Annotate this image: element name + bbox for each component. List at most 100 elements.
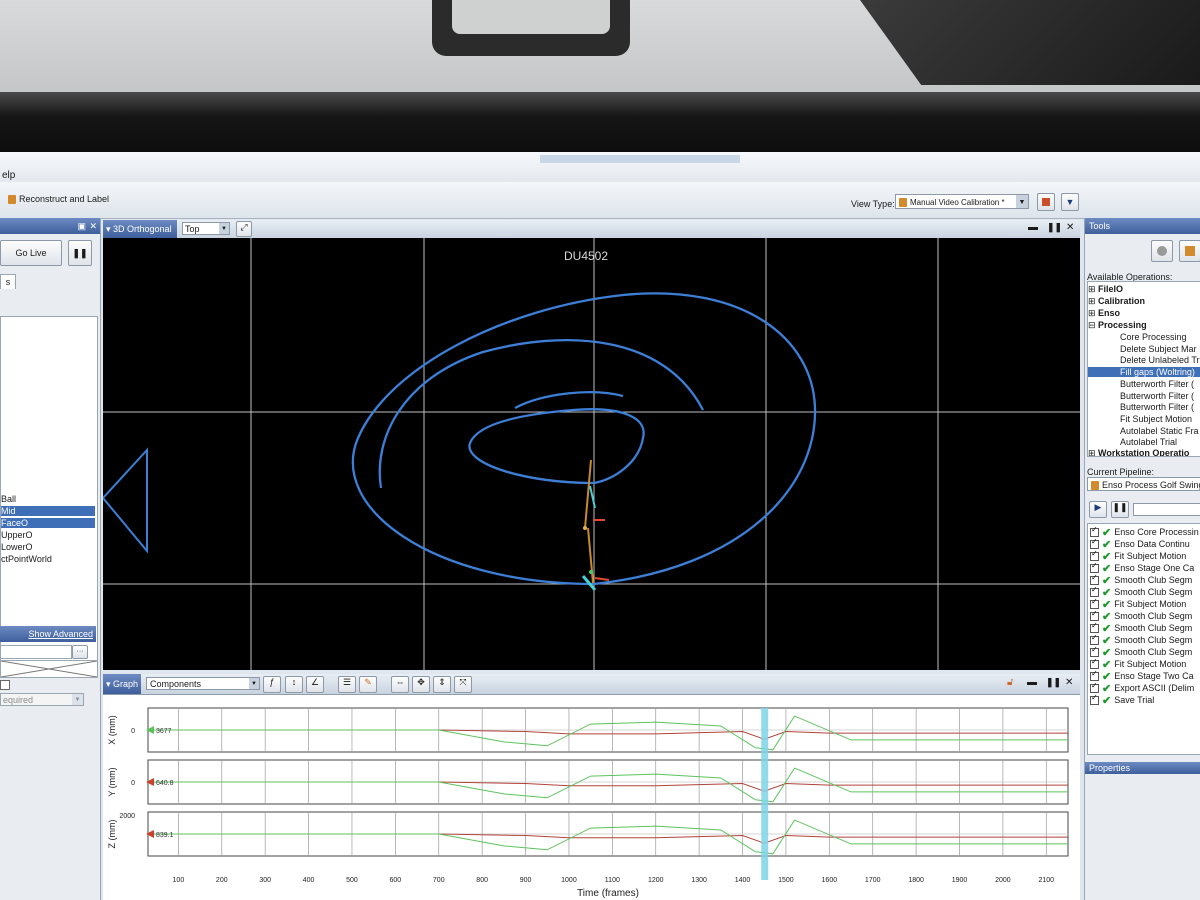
pipeline-steps: ✔Enso Core Processin ✔Enso Data Continu … [1087,523,1200,755]
view-name: 3D Orthogonal [113,224,172,234]
show-advanced-link[interactable]: Show Advanced [0,626,96,642]
tools-record-button[interactable] [1151,240,1173,262]
save-view-button[interactable] [1037,193,1055,211]
zoom-all-icon: ⤧ [459,677,467,687]
go-live-button[interactable]: Go Live [0,240,62,266]
op-group-fileio[interactable]: ⊞ FileIO [1088,284,1123,295]
required-placeholder: equired [3,695,34,705]
subject-tree: Ball Mid FaceO UpperO LowerO ctPointWorl… [0,316,98,676]
x-tick-label: 1300 [691,877,707,884]
pipeline-step[interactable]: ✔Save Trial [1090,693,1154,707]
property-field[interactable] [0,645,72,659]
current-pipeline-label: Current Pipeline: [1087,467,1155,477]
layout-icon[interactable]: ▬ [1027,677,1037,688]
layout-icon[interactable]: ▬ [1028,222,1038,233]
maximize-view-button[interactable]: ⤢ [236,221,252,237]
graph-tab[interactable]: ▾ Graph [103,674,141,694]
viewport-toolbar: ▾ 3D Orthogonal Top ▼ ⤢ ▬ ❚❚ ✕ [103,220,1080,239]
lock-icon[interactable]: 🔓︎ [1007,677,1013,688]
op-item[interactable]: Delete Unlabeled Tr [1120,355,1200,365]
pause-button[interactable]: ❚❚ [68,240,92,266]
camera-frustum-icon [101,447,148,554]
tools-header: Tools [1085,218,1200,234]
x-tick-label: 1700 [865,877,881,884]
op-item[interactable]: Autolabel Static Fra [1120,426,1199,436]
y-tick-label: 0 [131,728,135,735]
graph-zoom-all-button[interactable]: ⤧ [454,676,472,693]
op-item[interactable]: Butterworth Filter ( [1120,391,1194,401]
op-item[interactable]: Butterworth Filter ( [1120,402,1194,412]
x-tick-label: 700 [433,877,445,884]
x-tick-label: 1500 [778,877,794,884]
zoom-y-icon: ⇕ [438,677,446,687]
tree-item[interactable]: ctPointWorld [1,554,95,564]
split-view-icon[interactable]: ❚❚ [1047,222,1062,233]
op-item[interactable]: Core Processing [1120,332,1187,342]
x-tick-label: 1100 [605,877,620,884]
close-icon[interactable]: ✕ [89,218,97,234]
split-view-icon[interactable]: ❚❚ [1046,677,1061,688]
angle-icon: ∠ [310,677,320,687]
close-icon[interactable]: ✕ [1066,222,1074,233]
tree-item[interactable]: UpperO [1,530,95,540]
option-checkbox[interactable] [0,680,10,690]
webcam-mount-inner [452,0,610,34]
op-item[interactable]: Delete Subject Mar [1120,344,1197,354]
y-axis-label: Y (mm) [107,767,117,796]
view-type-tab[interactable]: ▾ 3D Orthogonal [103,220,177,238]
tree-item-selected[interactable]: FaceO [1,518,95,528]
graph-mode-select[interactable]: Components ▼ [146,677,260,690]
disabled-field [0,660,98,678]
view-type-select[interactable]: Manual Video Calibration * ▼ [895,194,1029,209]
menu-help[interactable]: elp [2,170,15,181]
tools-panel: Tools Available Operations: ⊞ FileIO ⊞ C… [1084,218,1200,900]
y-axis-label: Z (mm) [107,820,117,849]
x-tick-label: 2000 [995,877,1011,884]
required-select[interactable]: equired ▼ [0,693,84,706]
chevron-down-icon: ▼ [219,223,229,234]
view-menu-button[interactable]: ▼ [1061,193,1079,211]
op-group-workstation[interactable]: ⊞ Workstation Operatio [1088,448,1189,456]
reconstruct-and-label-button[interactable]: Reconstruct and Label [8,194,109,205]
projection-select[interactable]: Top ▼ [182,222,230,235]
x-tick-label: 500 [346,877,358,884]
pin-icon[interactable]: ▣ [77,218,86,234]
pipeline-select[interactable]: Enso Process Golf Swing * [1087,477,1200,491]
camera-label: DU4502 [564,249,608,263]
x-tick-label: 2100 [1039,877,1055,884]
tab-subjects[interactable]: s [0,274,16,289]
save-icon [1042,198,1050,206]
graph-angle-button[interactable]: ∠ [306,676,324,693]
tree-item[interactable]: LowerO [1,542,95,552]
menu-bar: elp [0,152,1200,183]
list-icon: ☰ [342,677,352,687]
viewport-canvas[interactable]: DU4502 [101,238,1080,670]
graph-function-button[interactable]: ƒ [263,676,281,693]
op-group-calibration[interactable]: ⊞ Calibration [1088,296,1145,307]
time-cursor[interactable] [761,708,769,880]
graph-derivative-button[interactable]: ↕ [285,676,303,693]
graph-brush-button[interactable]: ✎ [359,676,377,693]
graph-list-button[interactable]: ☰ [338,676,356,693]
tree-item[interactable]: Ball [1,494,95,504]
op-item[interactable]: Fit Subject Motion [1120,414,1192,424]
viewport-3d: ▾ 3D Orthogonal Top ▼ ⤢ ▬ ❚❚ ✕ DU4502 [101,220,1080,670]
close-icon[interactable]: ✕ [1065,677,1073,688]
op-item[interactable]: Autolabel Trial [1120,437,1177,447]
graph-zoom-y-button[interactable]: ⇕ [433,676,451,693]
graph-fit-button[interactable]: ✥ [412,676,430,693]
tree-item-selected[interactable]: Mid [1,506,95,516]
more-button[interactable]: ··· [72,645,88,659]
op-item-selected[interactable]: Fill gaps (Woltring) [1088,367,1200,377]
op-group-enso[interactable]: ⊞ Enso [1088,308,1120,319]
x-axis-label: Time (frames) [577,888,639,899]
fit-icon: ✥ [417,677,425,687]
run-pipeline-button[interactable]: ▶ [1089,501,1107,518]
op-item[interactable]: Butterworth Filter ( [1120,379,1194,389]
graph-zoom-x-button[interactable]: ⇔ [391,676,409,693]
op-group-processing[interactable]: ⊟ Processing [1088,320,1147,331]
pause-pipeline-button[interactable]: ❚❚ [1111,501,1129,518]
tools-lock-button[interactable] [1179,240,1200,262]
chevron-down-icon: ▼ [1065,197,1075,207]
toolbar: Reconstruct and Label View Type: Manual … [0,182,1200,219]
